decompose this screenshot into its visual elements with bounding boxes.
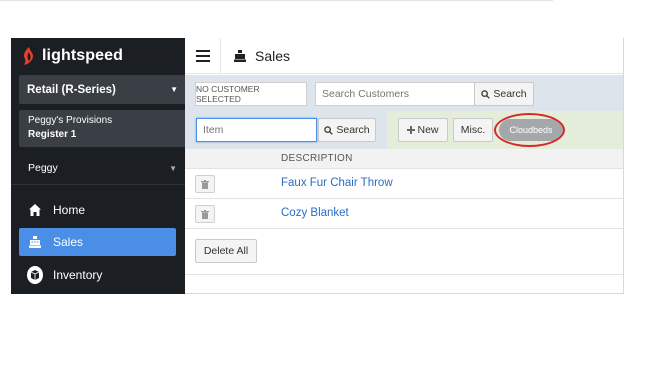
sidebar-item-home[interactable]: Home [19,196,176,224]
cash-register-icon [27,234,43,250]
user-name: Peggy [28,162,58,174]
item-description-link[interactable]: Cozy Blanket [281,207,349,219]
sidebar-divider [11,184,185,185]
home-icon [27,202,43,218]
brand-logo[interactable]: lightspeed [21,45,123,67]
register-name: Register 1 [28,129,77,140]
register-info[interactable]: Peggy's Provisions Register 1 [19,110,186,147]
top-divider [0,0,553,1]
page-title: Sales [233,48,290,64]
customer-search-input[interactable] [315,82,475,106]
column-header-description: DESCRIPTION [281,153,353,164]
table-row: Cozy Blanket [185,199,623,229]
item-search-input[interactable] [196,118,317,142]
new-item-button[interactable]: New [398,118,448,142]
sidebar-item-sales[interactable]: Sales [19,228,176,256]
store-select[interactable]: Retail (R-Series) ▼ [19,75,186,104]
customer-bar: NO CUSTOMER SELECTED Search [185,75,623,111]
no-customer-button[interactable]: NO CUSTOMER SELECTED [195,82,307,106]
table-header: DESCRIPTION [185,149,623,169]
shop-name: Peggy's Provisions [28,115,113,126]
misc-button[interactable]: Misc. [453,118,493,142]
brand-name: lightspeed [42,47,124,64]
plus-icon [407,126,416,134]
search-icon [481,89,491,99]
trash-icon [201,179,209,189]
button-label: New [417,124,439,136]
customer-search-button[interactable]: Search [474,82,534,106]
sidebar-item-label: Home [53,203,86,217]
sidebar-item-label: Sales [53,235,84,249]
highlight-annotation [494,113,565,147]
sidebar-item-label: Inventory [53,268,103,282]
store-label: Retail (R-Series) [27,83,116,96]
caret-down-icon: ▼ [170,85,178,94]
menu-toggle-button[interactable] [185,37,221,74]
caret-down-icon: ▼ [169,163,177,173]
inventory-icon [27,266,43,284]
sidebar-item-inventory[interactable]: Inventory [19,261,176,289]
item-description-link[interactable]: Faux Fur Chair Throw [281,177,393,189]
item-search-button[interactable]: Search [318,118,376,142]
table-row: Faux Fur Chair Throw [185,169,623,199]
user-menu[interactable]: Peggy ▼ [19,157,186,179]
sidebar: lightspeed Retail (R-Series) ▼ Peggy's P… [11,38,186,294]
main-panel: Sales NO CUSTOMER SELECTED Search Custom… [185,37,624,294]
item-search-area: Search [185,111,387,149]
cash-register-icon [233,49,247,63]
search-icon [324,125,334,135]
button-label: Search [336,124,370,136]
item-bar: Search New Misc. Cloudbeds [185,111,623,149]
table-actions: Delete All [185,229,623,275]
delete-all-button[interactable]: Delete All [195,239,257,263]
flame-icon [24,47,33,65]
page-title-text: Sales [255,47,291,64]
button-label: Search [493,88,527,100]
delete-line-button[interactable] [195,175,215,193]
trash-icon [201,209,209,219]
delete-line-button[interactable] [195,205,215,223]
top-bar: Sales [185,37,623,74]
hamburger-icon [195,49,210,62]
page: lightspeed Retail (R-Series) ▼ Peggy's P… [0,0,668,378]
